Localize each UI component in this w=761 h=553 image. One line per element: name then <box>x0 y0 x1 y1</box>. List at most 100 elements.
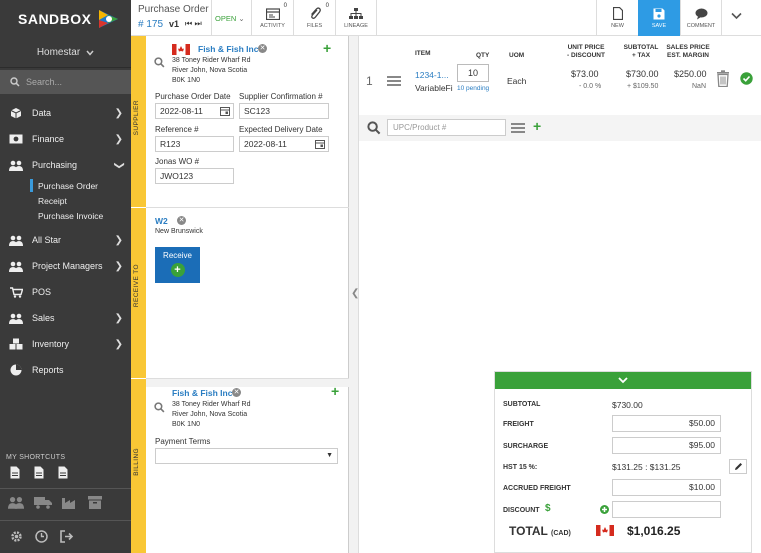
po-date-field[interactable]: 2022-08-11 <box>155 103 234 119</box>
subtotal-label: SUBTOTAL <box>503 401 541 408</box>
dollar-icon[interactable]: $ <box>545 503 551 514</box>
summary-subtotal-value: $730.00 <box>612 400 643 410</box>
remove-billing-icon[interactable]: ✕ <box>232 388 241 397</box>
drag-handle-icon[interactable] <box>387 76 401 86</box>
discount-input[interactable] <box>612 501 721 518</box>
sidebar-item-reports[interactable]: Reports <box>0 357 131 383</box>
activity-button[interactable]: ACTIVITY 0 <box>251 0 293 36</box>
chevron-down-icon <box>86 50 94 56</box>
calendar-icon[interactable] <box>220 106 230 116</box>
document-icon[interactable] <box>58 466 68 479</box>
logout-icon[interactable] <box>60 530 74 543</box>
surcharge-input[interactable]: $95.00 <box>612 437 721 454</box>
canada-flag-icon <box>172 44 190 55</box>
upc-product-input[interactable]: UPC/Product # <box>387 119 506 136</box>
billing-postal: B0K 1N0 <box>172 421 201 428</box>
save-button[interactable]: SAVE <box>638 0 680 36</box>
accrued-freight-input[interactable]: $10.00 <box>612 479 721 496</box>
column-header-unit-price-line2: - DISCOUNT <box>567 52 605 59</box>
document-icon[interactable] <box>10 466 20 479</box>
next-record-icon[interactable]: ⏭ <box>194 19 201 28</box>
shortcuts-title: MY SHORTCUTS <box>6 454 66 461</box>
billing-address-line1: 38 Toney Rider Wharf Rd <box>172 401 251 408</box>
sidebar-subitem-purchase-order[interactable]: Purchase Order <box>0 178 131 193</box>
pie-chart-icon <box>8 364 24 376</box>
supplier-confirmation-field[interactable]: SC123 <box>239 103 329 119</box>
user-menu[interactable]: Homestar <box>0 38 131 68</box>
order-details-panel: SUPPLIER Fish & Fish Inc ✕ + 38 Toney Ri… <box>131 36 349 553</box>
chevron-right-icon: ❯ <box>114 133 123 145</box>
add-line-icon[interactable]: + <box>533 118 541 134</box>
users-icon[interactable] <box>8 496 24 509</box>
gear-icon[interactable] <box>10 530 23 543</box>
supplier-name-link[interactable]: Fish & Fish Inc <box>198 44 258 54</box>
add-billing-icon[interactable]: + <box>331 383 339 399</box>
receive-to-region: New Brunswick <box>155 228 203 235</box>
receive-button-label: Receive <box>163 251 192 260</box>
jonas-wo-field[interactable]: JWO123 <box>155 168 234 184</box>
sidebar-item-all-star[interactable]: All Star ❯ <box>0 227 131 253</box>
lineage-button[interactable]: LINEAGE <box>335 0 377 36</box>
summary-collapse-toggle[interactable] <box>495 372 751 389</box>
search-icon[interactable] <box>154 402 165 413</box>
comment-button[interactable]: COMMENT <box>680 0 722 36</box>
sitemap-icon <box>349 7 363 19</box>
calendar-icon[interactable] <box>315 139 325 149</box>
document-header: Purchase Order # 175 v1 ⏮ ⏭ OPEN ⌄ ACTIV… <box>131 0 761 36</box>
search-icon[interactable] <box>367 121 381 135</box>
freight-label: FREIGHT <box>503 421 534 428</box>
quantity-input[interactable]: 10 <box>457 64 489 82</box>
sidebar-item-inventory[interactable]: Inventory ❯ <box>0 331 131 357</box>
payment-terms-select[interactable]: ▼ <box>155 448 338 464</box>
freight-input[interactable]: $50.00 <box>612 415 721 432</box>
more-menu[interactable] <box>731 12 742 22</box>
logo[interactable]: SANDBOX <box>0 0 131 38</box>
chevron-right-icon: ❯ <box>114 312 123 324</box>
document-icon[interactable] <box>34 466 44 479</box>
sidebar-item-pos[interactable]: POS <box>0 279 131 305</box>
document-version: v1 <box>169 19 180 29</box>
previous-record-icon[interactable]: ⏮ <box>185 19 192 28</box>
add-supplier-icon[interactable]: + <box>323 40 331 56</box>
billing-name-link[interactable]: Fish & Fish Inc <box>172 388 232 398</box>
remove-location-icon[interactable]: ✕ <box>177 216 186 225</box>
plus-icon: + <box>170 263 185 277</box>
sidebar-subitem-purchase-invoice[interactable]: Purchase Invoice <box>0 208 131 223</box>
files-button[interactable]: FILES 0 <box>293 0 335 36</box>
cart-icon <box>8 286 24 298</box>
reference-field[interactable]: R123 <box>155 136 234 152</box>
item-code-link[interactable]: 1234-1... <box>415 70 449 80</box>
sidebar-search[interactable]: Search... <box>0 70 131 94</box>
sidebar-item-finance[interactable]: Finance ❯ <box>0 126 131 152</box>
status-dropdown[interactable]: OPEN ⌄ <box>215 14 245 23</box>
new-button[interactable]: NEW <box>596 0 638 36</box>
sidebar-subitem-receipt[interactable]: Receipt <box>0 193 131 208</box>
clock-icon[interactable] <box>35 530 48 543</box>
search-icon[interactable] <box>154 57 165 68</box>
canada-flag-icon <box>596 525 614 536</box>
sidebar-item-sales[interactable]: Sales ❯ <box>0 305 131 331</box>
sandbox-logo-icon <box>98 10 118 28</box>
pending-link[interactable]: 10 pending <box>457 85 489 92</box>
save-label: SAVE <box>651 22 667 29</box>
chevron-right-icon: ❯ <box>114 234 123 246</box>
sidebar-item-label: Purchasing <box>32 160 78 170</box>
new-document-icon <box>612 7 623 20</box>
factory-icon[interactable] <box>62 496 78 509</box>
truck-icon[interactable] <box>34 496 52 509</box>
trash-icon[interactable] <box>716 70 730 87</box>
edit-tax-button[interactable] <box>729 459 747 474</box>
activity-count: 0 <box>283 3 287 9</box>
remove-supplier-icon[interactable]: ✕ <box>258 44 267 53</box>
sidebar-item-data[interactable]: Data ❯ <box>0 100 131 126</box>
receive-to-location-link[interactable]: W2 <box>155 216 168 226</box>
list-icon[interactable] <box>511 123 525 133</box>
add-discount-icon[interactable] <box>600 505 609 514</box>
expected-delivery-field[interactable]: 2022-08-11 <box>239 136 329 152</box>
archive-icon[interactable] <box>88 496 102 509</box>
sidebar-item-project-managers[interactable]: Project Managers ❯ <box>0 253 131 279</box>
panel-collapse-handle[interactable]: ❮ <box>349 36 359 553</box>
receive-button[interactable]: Receive + <box>155 247 200 283</box>
sidebar-item-purchasing[interactable]: Purchasing ❯ <box>0 152 131 178</box>
check-circle-icon[interactable] <box>740 72 753 85</box>
